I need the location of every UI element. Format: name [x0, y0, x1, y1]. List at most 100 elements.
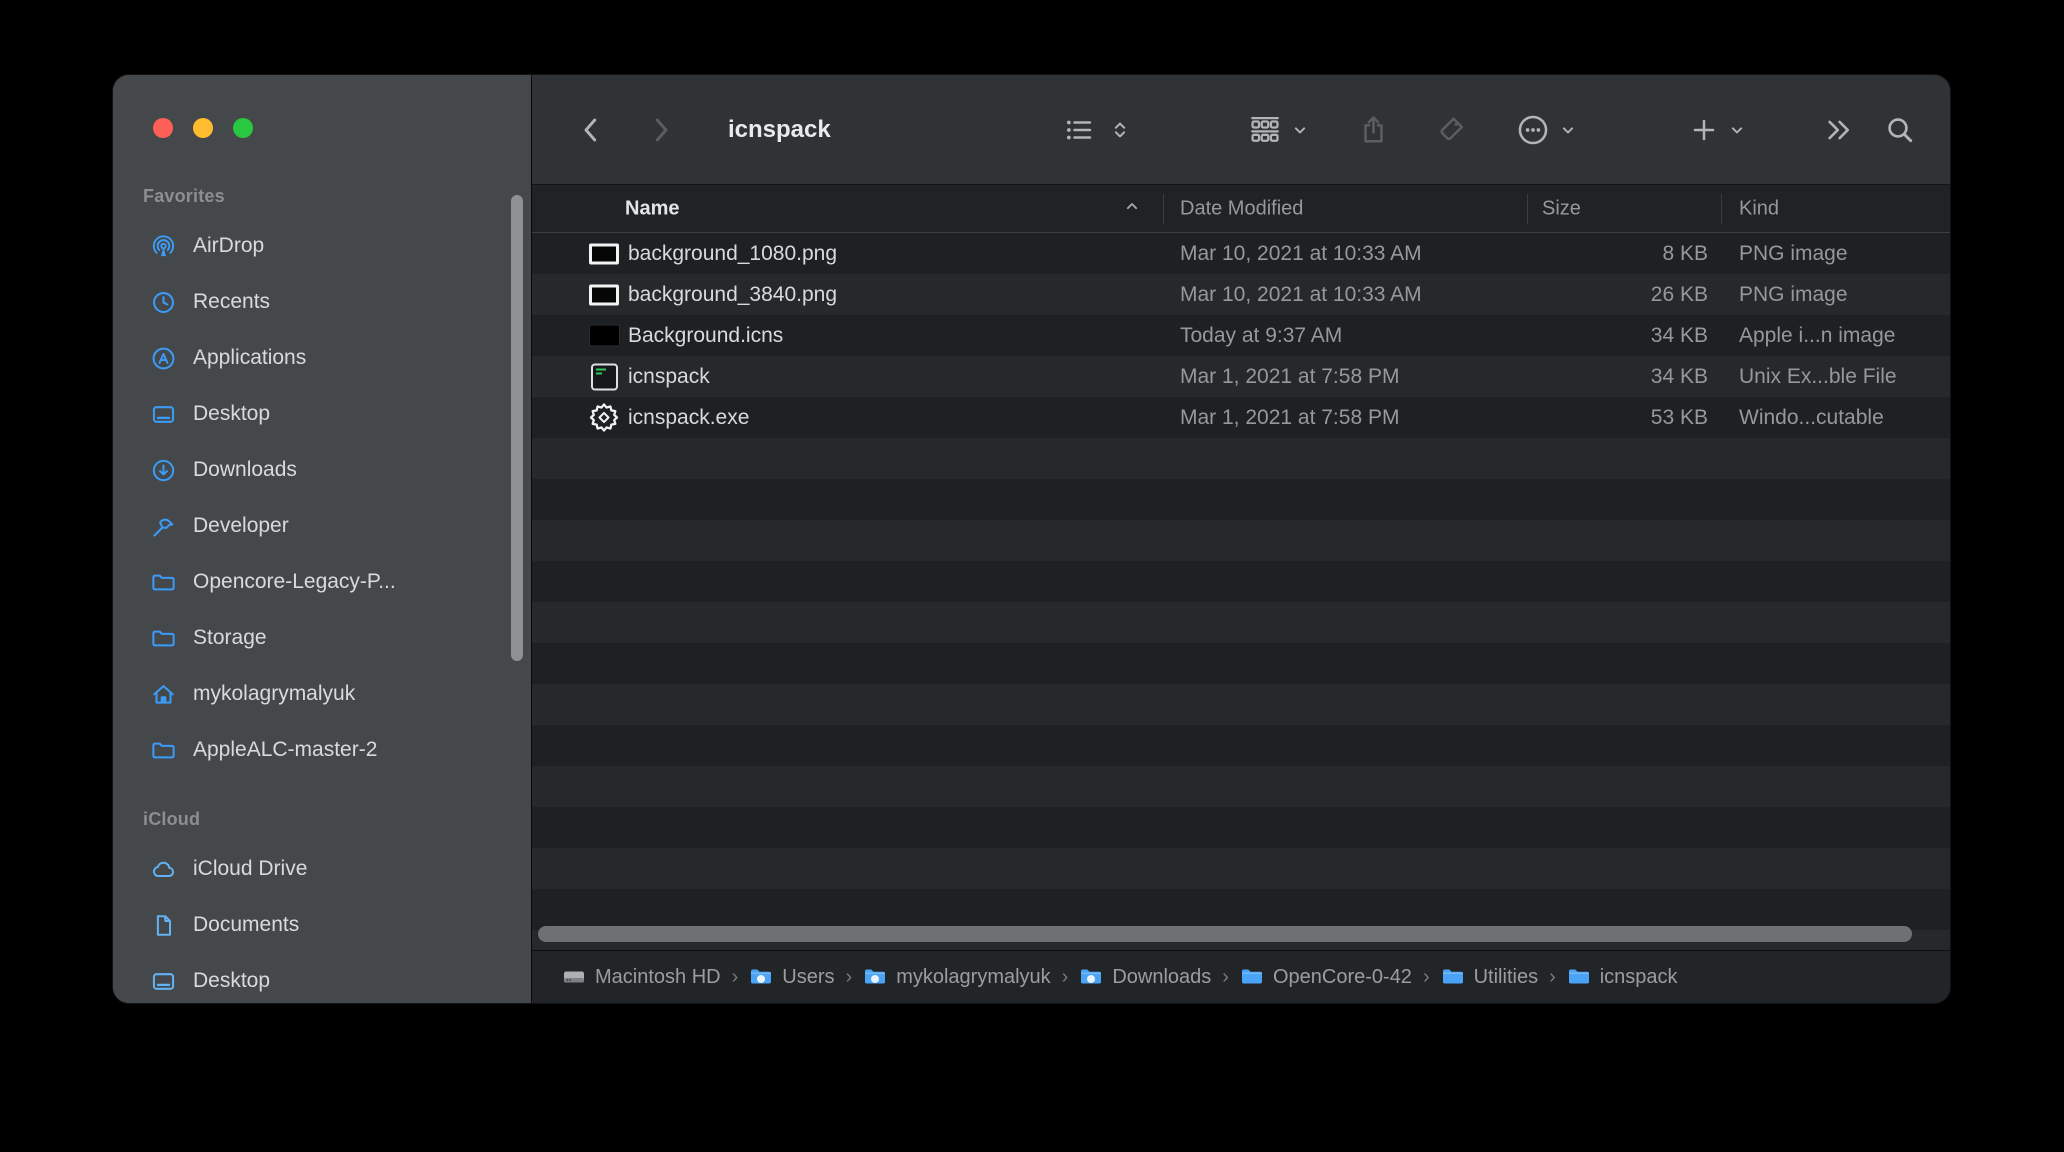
file-name: icnspack: [628, 365, 710, 389]
sidebar-item-recents[interactable]: Recents: [113, 274, 531, 330]
path-segment-downloads[interactable]: Downloads: [1079, 965, 1211, 989]
file-size: 34 KB: [1492, 324, 1708, 348]
tag-button[interactable]: [1434, 113, 1467, 146]
sidebar-section-label: Favorites: [113, 181, 531, 211]
sidebar-section-icloud: iCloud iCloud Drive Documents Desktop: [113, 804, 531, 1003]
column-separator[interactable]: [1527, 194, 1528, 224]
sidebar-item-storage[interactable]: Storage: [113, 610, 531, 666]
png-thumbnail-icon: [589, 243, 619, 264]
folder-badge-icon: [757, 975, 765, 983]
gear-icon: [587, 401, 621, 435]
folder-icon: [149, 624, 177, 652]
toolbar-overflow-button[interactable]: [1824, 115, 1854, 145]
horizontal-scrollbar[interactable]: [538, 926, 1912, 942]
sidebar-item-applealc-master-2[interactable]: AppleALC-master-2: [113, 722, 531, 778]
column-header-size[interactable]: Size: [1542, 197, 1581, 220]
list-column-headers: Name Date Modified Size Kind: [532, 185, 1950, 233]
sidebar-item-mykolagrymalyuk[interactable]: mykolagrymalyuk: [113, 666, 531, 722]
folder-icon: [149, 568, 177, 596]
group-by-button[interactable]: [1248, 113, 1310, 147]
file-size: 34 KB: [1492, 365, 1708, 389]
terminal-executable-icon: [591, 363, 618, 390]
sidebar-item-label: Opencore-Legacy-P...: [193, 570, 396, 594]
minimize-button[interactable]: [193, 118, 213, 138]
file-row[interactable]: icnspack Mar 1, 2021 at 7:58 PM 34 KB Un…: [532, 356, 1950, 397]
sidebar-item-opencore-legacy-p[interactable]: Opencore-Legacy-P...: [113, 554, 531, 610]
sidebar-items: iCloud Drive Documents Desktop: [113, 841, 531, 1003]
sidebar-item-downloads[interactable]: Downloads: [113, 442, 531, 498]
sidebar: Favorites AirDrop Recents Applications D…: [113, 75, 531, 1003]
view-mode-button[interactable]: [1063, 114, 1131, 146]
file-icon: [584, 356, 624, 397]
sidebar-item-icloud-drive[interactable]: iCloud Drive: [113, 841, 531, 897]
path-segment-users[interactable]: Users: [749, 965, 834, 989]
path-segment-utilities[interactable]: Utilities: [1441, 965, 1538, 989]
file-size: 26 KB: [1492, 283, 1708, 307]
sidebar-item-airdrop[interactable]: AirDrop: [113, 218, 531, 274]
path-separator-icon: ›: [846, 966, 853, 989]
cloud-icon: [149, 855, 177, 883]
appstore-icon: [149, 344, 177, 372]
path-segment-mykolagrymalyuk[interactable]: mykolagrymalyuk: [863, 965, 1050, 989]
file-name: icnspack.exe: [628, 406, 749, 430]
path-segment-opencore-0-42[interactable]: OpenCore-0-42: [1240, 965, 1412, 989]
sidebar-item-documents[interactable]: Documents: [113, 897, 531, 953]
column-header-kind[interactable]: Kind: [1739, 197, 1779, 220]
path-separator-icon: ›: [1062, 966, 1069, 989]
window-title: icnspack: [728, 116, 831, 144]
sidebar-section-label: iCloud: [113, 804, 531, 834]
chevron-down-icon: [1558, 120, 1578, 140]
sidebar-scrollbar[interactable]: [511, 195, 523, 661]
close-button[interactable]: [153, 118, 173, 138]
sidebar-item-desktop[interactable]: Desktop: [113, 953, 531, 1003]
desktop-icon: [149, 967, 177, 995]
forward-button[interactable]: [646, 115, 676, 145]
column-header-name[interactable]: Name: [625, 197, 679, 220]
file-kind: Unix Ex...ble File: [1739, 365, 1897, 389]
sidebar-item-desktop[interactable]: Desktop: [113, 386, 531, 442]
path-segment-label: OpenCore-0-42: [1273, 966, 1412, 989]
sidebar-item-label: Recents: [193, 290, 270, 314]
file-kind: PNG image: [1739, 283, 1848, 307]
file-row[interactable]: background_3840.png Mar 10, 2021 at 10:3…: [532, 274, 1950, 315]
path-segment-label: Utilities: [1474, 966, 1538, 989]
group-grid-icon: [1248, 113, 1282, 147]
sidebar-item-label: Desktop: [193, 969, 270, 993]
sidebar-item-applications[interactable]: Applications: [113, 330, 531, 386]
hammer-icon: [149, 512, 177, 540]
more-actions-button[interactable]: [1516, 113, 1578, 147]
file-icon: [584, 274, 624, 315]
column-separator[interactable]: [1721, 194, 1722, 224]
plus-icon: [1689, 115, 1719, 145]
sort-ascending-icon: [1122, 196, 1142, 221]
download-circle-icon: [149, 456, 177, 484]
file-date-modified: Mar 10, 2021 at 10:33 AM: [1180, 242, 1422, 266]
sidebar-section-favorites: Favorites AirDrop Recents Applications D…: [113, 181, 531, 778]
file-kind: PNG image: [1739, 242, 1848, 266]
path-segment-macintosh-hd[interactable]: Macintosh HD: [562, 965, 721, 989]
file-row[interactable]: Background.icns Today at 9:37 AM 34 KB A…: [532, 315, 1950, 356]
file-row[interactable]: icnspack.exe Mar 1, 2021 at 7:58 PM 53 K…: [532, 397, 1950, 438]
path-separator-icon: ›: [1423, 966, 1430, 989]
new-item-button[interactable]: [1689, 115, 1747, 145]
sidebar-items: AirDrop Recents Applications Desktop Dow…: [113, 218, 531, 778]
zoom-button[interactable]: [233, 118, 253, 138]
path-separator-icon: ›: [1222, 966, 1229, 989]
hard-drive-icon: [562, 965, 586, 989]
folder-icon: [149, 736, 177, 764]
file-icon: [584, 233, 624, 274]
share-button[interactable]: [1357, 113, 1390, 146]
path-bar: Macintosh HD › Users › mykolagrymalyuk ›…: [532, 950, 1950, 1003]
sidebar-item-label: Downloads: [193, 458, 297, 482]
column-separator[interactable]: [1163, 194, 1164, 224]
path-separator-icon: ›: [1549, 966, 1556, 989]
sidebar-item-developer[interactable]: Developer: [113, 498, 531, 554]
back-button[interactable]: [576, 115, 606, 145]
file-row[interactable]: background_1080.png Mar 10, 2021 at 10:3…: [532, 233, 1950, 274]
file-icon: [584, 315, 624, 356]
path-segment-icnspack[interactable]: icnspack: [1567, 965, 1678, 989]
search-button[interactable]: [1884, 114, 1916, 146]
sidebar-item-label: mykolagrymalyuk: [193, 682, 355, 706]
folder-icon: [1441, 965, 1465, 989]
column-header-date-modified[interactable]: Date Modified: [1180, 197, 1303, 220]
